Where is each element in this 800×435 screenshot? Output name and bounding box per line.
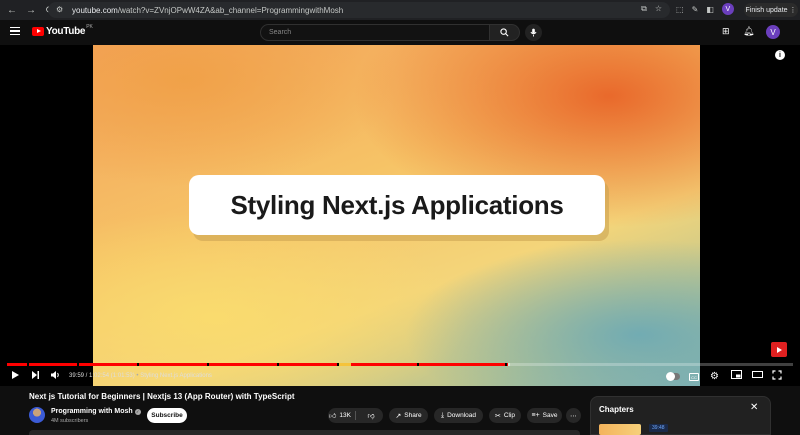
chapter-marker [277, 363, 279, 366]
like-button[interactable]: 👍︎ 13K [328, 411, 352, 420]
bookmark-star-icon[interactable]: ☆ [655, 4, 662, 14]
forward-icon[interactable]: → [24, 3, 38, 17]
chapter-hover-segment [337, 363, 351, 366]
time-display: 39:59 / 1:02:54 (1:01:53) • Styling Next… [69, 373, 212, 379]
description-box[interactable] [29, 430, 580, 435]
browser-profile-avatar[interactable]: V [721, 3, 734, 15]
video-frame[interactable]: Styling Next.js Applications [93, 45, 700, 386]
player-controls: 39:59 / 1:02:54 (1:01:53) • Styling Next… [0, 368, 800, 386]
slide-title-card: Styling Next.js Applications [189, 175, 605, 235]
chapter-marker [337, 363, 339, 366]
channel-name-link[interactable]: Programming with Mosh ✓ [51, 408, 141, 415]
side-panel-icon[interactable]: ◧ [706, 5, 714, 14]
download-icon: ⤓ [440, 411, 445, 419]
progress-played [7, 363, 508, 366]
clip-button[interactable]: ✂ Clip [489, 408, 521, 423]
close-icon[interactable]: ✕ [750, 402, 758, 413]
finish-update-button[interactable]: Finish update ⋮ [744, 3, 798, 17]
save-playlist-icon: ≡+ [531, 412, 540, 419]
download-button[interactable]: ⤓ Download [434, 408, 483, 423]
voice-search-button[interactable] [525, 24, 542, 41]
info-icon[interactable]: i [775, 50, 785, 60]
share-icon: ↗ [395, 412, 402, 420]
cast-icon[interactable]: ⧉ [641, 4, 647, 14]
chapter-marker [207, 363, 209, 366]
chapter-timestamp[interactable]: 39:48 [649, 424, 668, 432]
video-title: Next js Tutorial for Beginners | Nextjs … [29, 392, 295, 401]
chapter-marker [417, 363, 419, 366]
create-video-icon[interactable]: ⊞ [722, 26, 730, 37]
share-button[interactable]: ↗ Share [389, 408, 428, 423]
verified-badge-icon: ✓ [134, 409, 141, 415]
chapter-marker [77, 363, 79, 366]
thumbs-down-icon: 👎︎ [367, 413, 375, 420]
next-video-icon[interactable] [31, 370, 40, 385]
search-button[interactable] [490, 24, 520, 41]
pen-icon[interactable]: ✎ [692, 5, 699, 14]
country-code: PK [86, 23, 93, 30]
chapter-thumbnail[interactable] [599, 424, 641, 435]
subscriber-count: 4M subscribers [51, 418, 89, 424]
thumbs-up-icon: 👍︎ [329, 413, 337, 420]
url-text: youtube.com/watch?v=ZVnjOPwW4ZA&ab_chann… [72, 5, 344, 15]
youtube-logo[interactable]: YouTube PK [32, 23, 93, 37]
chapters-panel: Chapters ✕ 39:48 [590, 396, 771, 435]
settings-gear-icon[interactable]: ⚙ [710, 370, 719, 384]
channel-avatar[interactable] [29, 407, 45, 423]
search-input[interactable]: Search [260, 24, 490, 41]
browser-toolbar: ← → ⟳ ⚙ youtube.com/watch?v=ZVnjOPwW4ZA&… [0, 0, 800, 20]
channel-watermark-icon[interactable] [771, 342, 787, 357]
like-dislike-group: 👍︎ 13K 👎︎ [328, 408, 383, 423]
extensions-icon[interactable]: ⬚ [676, 5, 684, 14]
video-player[interactable]: Styling Next.js Applications i 39:59 / 1… [0, 45, 800, 386]
mic-icon [530, 28, 537, 37]
back-icon[interactable]: ← [5, 3, 19, 17]
volume-icon[interactable] [50, 370, 61, 385]
save-button[interactable]: ≡+ Save [527, 408, 562, 423]
account-avatar[interactable]: V [766, 25, 780, 39]
search-icon [500, 28, 509, 37]
progress-bar[interactable] [7, 363, 793, 366]
more-actions-button[interactable]: ⋯ [566, 408, 581, 423]
notifications-bell-icon[interactable]: 🔔︎ [743, 26, 754, 37]
fullscreen-icon[interactable] [772, 370, 782, 385]
youtube-play-icon [32, 27, 44, 36]
more-horizontal-icon: ⋯ [570, 412, 577, 420]
chapters-title: Chapters [599, 405, 634, 414]
chapter-marker [505, 363, 507, 366]
menu-icon[interactable] [10, 27, 20, 35]
chapter-title-button[interactable]: Styling Next.js Applications [140, 373, 212, 379]
subscribe-button[interactable]: Subscribe [147, 408, 187, 423]
autoplay-toggle[interactable] [666, 372, 680, 381]
subtitles-button[interactable]: CC [689, 373, 699, 381]
like-count: 13K [339, 412, 351, 419]
youtube-header: YouTube PK Search ⊞ 🔔︎ V [0, 20, 800, 45]
chapter-marker [137, 363, 139, 366]
play-icon[interactable] [11, 370, 20, 385]
site-info-icon[interactable]: ⚙ [56, 5, 66, 15]
logo-wordmark: YouTube [46, 26, 86, 37]
dislike-button[interactable]: 👎︎ [359, 411, 383, 420]
slide-title: Styling Next.js Applications [230, 189, 564, 220]
scissors-icon: ✂ [494, 412, 501, 420]
miniplayer-icon[interactable] [731, 370, 742, 384]
theater-mode-icon[interactable] [752, 370, 763, 384]
chapter-marker [27, 363, 29, 366]
address-bar[interactable]: ⚙ youtube.com/watch?v=ZVnjOPwW4ZA&ab_cha… [48, 2, 670, 18]
